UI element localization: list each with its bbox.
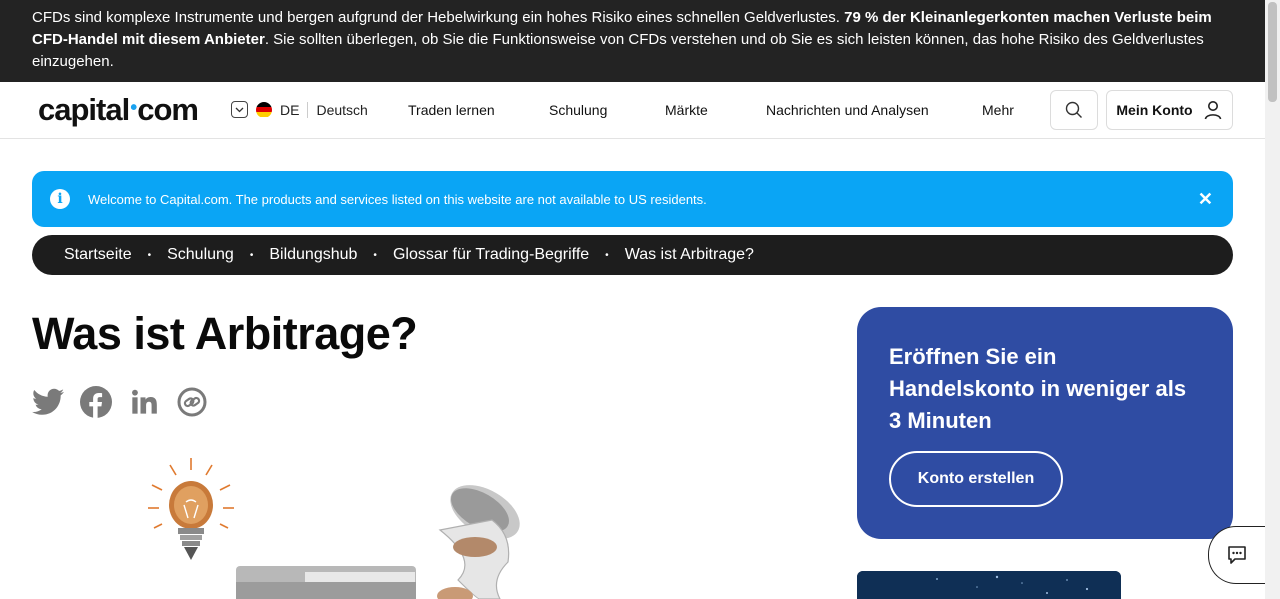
promo-image[interactable] (857, 571, 1121, 599)
arbitrage-illustration (148, 458, 520, 599)
site-header: capital•com DE Deutsch Traden lernen Sch… (0, 82, 1265, 139)
nav-schulung[interactable]: Schulung (549, 102, 607, 118)
page-title: Was ist Arbitrage? (32, 308, 418, 359)
chat-widget-button[interactable] (1208, 526, 1265, 584)
scrollbar-thumb[interactable] (1268, 2, 1277, 102)
risk-text: CFDs sind komplexe Instrumente und berge… (32, 9, 845, 26)
create-account-button[interactable]: Konto erstellen (889, 451, 1063, 507)
page-scrollbar[interactable] (1265, 0, 1280, 599)
search-button[interactable] (1050, 90, 1098, 130)
user-icon (1204, 101, 1221, 120)
breadcrumb-separator: • (373, 249, 377, 261)
breadcrumb-separator: • (249, 249, 254, 261)
breadcrumb-separator: • (605, 249, 609, 261)
breadcrumb-separator: • (147, 249, 152, 261)
twitter-icon[interactable] (32, 386, 64, 418)
logo-text-left: capital (38, 92, 130, 127)
logo-text-right: com (137, 92, 199, 127)
language-divider (307, 101, 309, 118)
search-icon (1065, 101, 1082, 118)
breadcrumb: Startseite • Schulung • Bildungshub • Gl… (32, 235, 1233, 275)
nav-maerkte[interactable]: Märkte (665, 102, 708, 118)
breadcrumb-current: Was ist Arbitrage? (624, 246, 754, 263)
linkedin-icon[interactable] (128, 386, 160, 418)
facebook-icon[interactable] (80, 386, 112, 418)
nav-mehr[interactable]: Mehr (982, 102, 1014, 118)
language-code: DE (280, 101, 300, 118)
account-button[interactable]: Mein Konto (1106, 90, 1233, 130)
open-account-card: Eröffnen Sie ein Handelskonto in weniger… (857, 307, 1233, 539)
notice-text: Welcome to Capital.com. The products and… (88, 191, 707, 207)
logo-dot: • (130, 97, 137, 119)
cta-heading: Eröffnen Sie ein Handelskonto in weniger… (889, 344, 1187, 433)
germany-flag-icon (256, 101, 272, 118)
nav-traden-lernen[interactable]: Traden lernen (408, 102, 495, 118)
language-selector[interactable]: DE Deutsch (231, 101, 368, 118)
chevron-down-icon (231, 101, 248, 118)
breadcrumb-startseite[interactable]: Startseite (64, 246, 132, 264)
chat-icon (1228, 546, 1246, 564)
close-icon[interactable]: ✕ (1198, 189, 1213, 210)
account-label: Mein Konto (1116, 102, 1193, 118)
us-residents-notice: i Welcome to Capital.com. The products a… (32, 171, 1233, 227)
nav-nachrichten-analysen[interactable]: Nachrichten und Analysen (766, 102, 929, 118)
capital-logo[interactable]: capital•com (38, 92, 199, 128)
breadcrumb-schulung[interactable]: Schulung (167, 246, 234, 264)
info-icon: i (50, 189, 70, 209)
language-name: Deutsch (316, 101, 368, 118)
breadcrumb-glossar[interactable]: Glossar für Trading-Begriffe (393, 246, 589, 264)
breadcrumb-bildungshub[interactable]: Bildungshub (269, 246, 357, 264)
risk-warning-banner: CFDs sind komplexe Instrumente und berge… (0, 0, 1265, 82)
copy-link-icon[interactable] (176, 386, 208, 418)
